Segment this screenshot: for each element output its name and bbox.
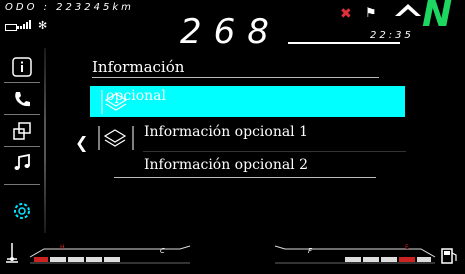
warning-icon: ✖ [340, 6, 352, 22]
temp-cold-label: C [160, 247, 165, 255]
clock: 22:35 [370, 30, 414, 41]
layers-icon [97, 124, 137, 156]
fuel-icon [441, 248, 457, 264]
menu-title: Información [92, 58, 185, 76]
sidebar-divider [4, 146, 40, 147]
sidebar-divider [4, 114, 40, 115]
sidebar-item-screens[interactable] [8, 120, 36, 142]
sidebar-item-info[interactable] [8, 56, 36, 78]
title-underline [92, 77, 379, 78]
gear-indicator: N [422, 0, 453, 35]
signal-icon [20, 20, 31, 29]
bottom-gauges: H C F E [6, 243, 457, 264]
screens-icon [13, 122, 31, 140]
temperature-gauge-bars [34, 257, 120, 262]
temp-hot-marker: H [60, 244, 65, 251]
fuel-empty-marker: E [405, 244, 409, 251]
bluetooth-icon: ✻ [38, 19, 48, 32]
speed-readout: 268 [180, 12, 281, 52]
phone-icon [15, 92, 30, 107]
speed-underline [288, 42, 400, 44]
battery-icon [5, 24, 19, 31]
info-icon [12, 57, 32, 77]
fuel-full-label: F [308, 247, 313, 255]
rider-icon: ⚑ [365, 6, 377, 21]
fuel-gauge-bars [345, 257, 431, 262]
row-divider [114, 177, 376, 178]
sidebar-divider [4, 184, 40, 185]
sidebar-divider [4, 82, 40, 83]
music-icon [14, 153, 30, 170]
menu-item-2[interactable]: Información opcional 2 [144, 157, 308, 173]
odometer: ODO : 223245km [5, 2, 134, 13]
sidebar-item-settings[interactable] [8, 200, 36, 222]
sidebar-border [44, 48, 46, 233]
menu-item-selected-label: opcional [106, 88, 166, 104]
row-divider [143, 151, 406, 152]
sidebar-item-music[interactable] [8, 152, 36, 174]
back-arrow-icon[interactable]: ❮ [75, 133, 88, 152]
temperature-icon [6, 243, 18, 263]
menu-item-1[interactable]: Información opcional 1 [144, 124, 308, 140]
up-arrow-icon [395, 4, 421, 16]
sidebar-item-phone[interactable] [8, 88, 36, 110]
sidebar [0, 48, 43, 235]
settings-icon [14, 203, 30, 219]
